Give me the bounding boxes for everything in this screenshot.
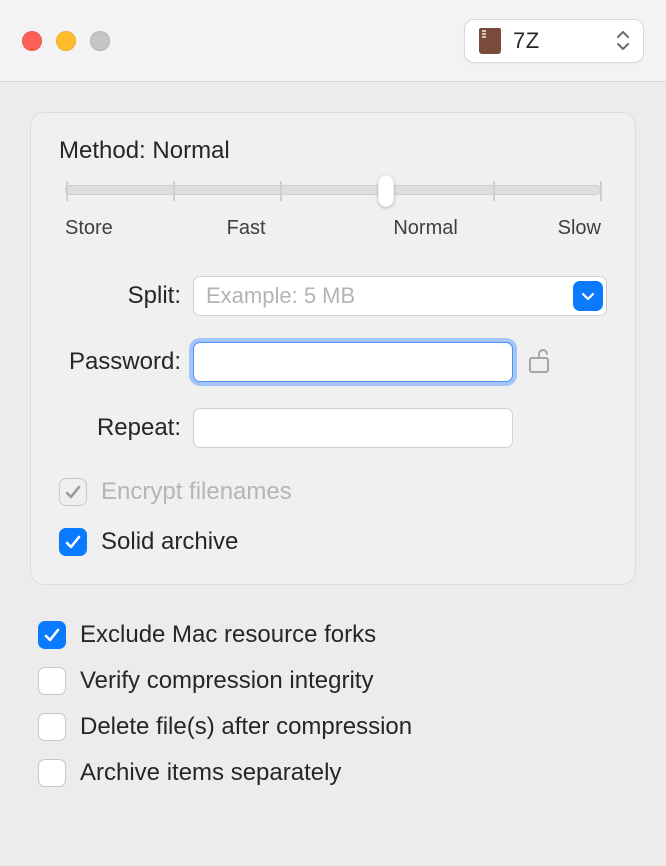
method-line: Method: Normal [59,137,607,165]
password-row: Password: [59,342,607,382]
solid-archive-row: Solid archive [59,528,607,556]
compression-panel: Method: Normal Store Fast Normal Slow Sp… [30,112,636,585]
method-slider[interactable]: Store Fast Normal Slow [59,185,607,240]
slider-label-slow: Slow [558,217,601,240]
archive-separately-checkbox[interactable] [38,759,66,787]
repeat-input[interactable] [193,408,513,448]
verify-integrity-checkbox[interactable] [38,667,66,695]
delete-after-checkbox[interactable] [38,713,66,741]
archive-separately-row: Archive items separately [38,759,628,787]
close-window-button[interactable] [22,31,42,51]
exclude-forks-checkbox[interactable] [38,621,66,649]
split-row: Split: [59,276,607,316]
format-label: 7Z [513,28,613,54]
minimize-window-button[interactable] [56,31,76,51]
solid-archive-checkbox[interactable] [59,528,87,556]
unlock-icon[interactable] [527,346,551,379]
stepper-icon [613,31,633,50]
exclude-forks-row: Exclude Mac resource forks [38,621,628,649]
archive-icon [479,28,501,54]
slider-track [65,185,601,195]
delete-after-label: Delete file(s) after compression [80,713,412,741]
solid-archive-label: Solid archive [101,528,238,556]
password-label: Password: [59,348,193,376]
repeat-label: Repeat: [59,414,193,442]
slider-labels: Store Fast Normal Slow [65,217,601,240]
slider-label-fast: Fast [227,217,266,240]
slider-label-store: Store [65,217,113,240]
split-input[interactable] [193,276,607,316]
slider-thumb[interactable] [378,175,394,207]
repeat-row: Repeat: [59,408,607,448]
password-input[interactable] [193,342,513,382]
archive-separately-label: Archive items separately [80,759,341,787]
slider-label-normal: Normal [393,217,457,240]
exclude-forks-label: Exclude Mac resource forks [80,621,376,649]
titlebar: 7Z [0,0,666,82]
encrypt-filenames-row: Encrypt filenames [59,478,607,506]
method-label: Method: [59,137,146,164]
zoom-window-button[interactable] [90,31,110,51]
encrypt-filenames-label: Encrypt filenames [101,478,292,506]
split-label: Split: [59,282,193,310]
window-controls [22,31,110,51]
format-select[interactable]: 7Z [464,19,644,63]
delete-after-row: Delete file(s) after compression [38,713,628,741]
global-options: Exclude Mac resource forks Verify compre… [30,585,636,805]
split-dropdown-button[interactable] [573,281,603,311]
verify-integrity-row: Verify compression integrity [38,667,628,695]
encrypt-filenames-checkbox [59,478,87,506]
verify-integrity-label: Verify compression integrity [80,667,373,695]
method-value: Normal [152,137,229,164]
